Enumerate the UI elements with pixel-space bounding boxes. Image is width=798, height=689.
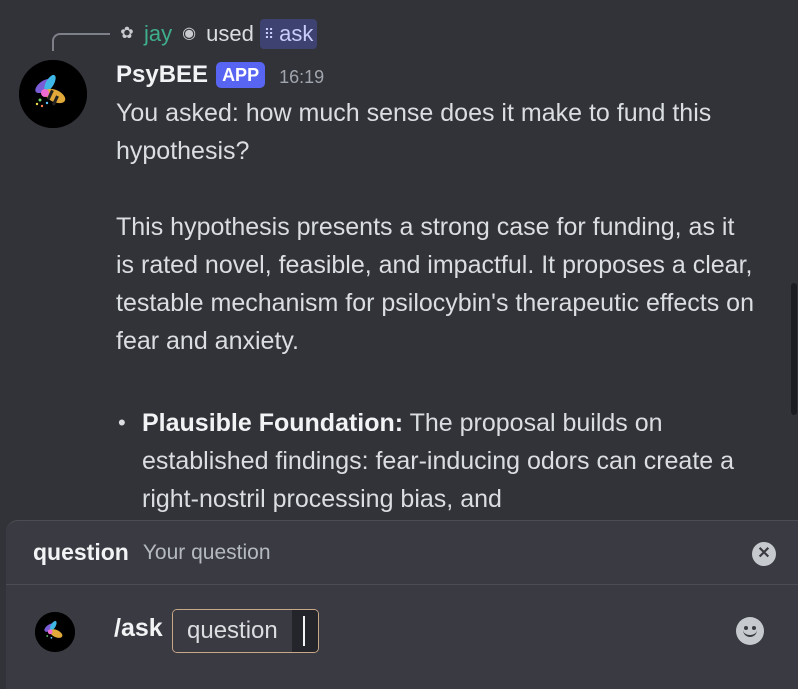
author-avatar[interactable] (19, 60, 87, 128)
list-item: • Plausible Foundation: The proposal bui… (116, 404, 756, 518)
command-mention[interactable]: ⠿ ask (259, 19, 318, 49)
option-description: Your question (142, 540, 271, 564)
close-icon[interactable]: ✕ (752, 542, 776, 566)
question-option-input[interactable]: question (172, 609, 319, 653)
bot-avatar-icon[interactable]: ✿ (116, 23, 138, 45)
message-timestamp[interactable]: 16:19 (279, 67, 324, 88)
message-list: ✿ jay ◉ used ⠿ ask PsyBEE APP 16:19 You … (0, 0, 798, 520)
slash-command-composer: question Your question ✕ /ask question (6, 520, 798, 689)
message-header: PsyBEE APP 16:19 (116, 58, 324, 92)
option-pill-label: question (173, 610, 292, 652)
app-avatar (35, 612, 75, 652)
command-input-row[interactable]: /ask question (6, 586, 798, 689)
author-name[interactable]: PsyBEE (116, 61, 208, 89)
robot-icon: ◉ (182, 25, 197, 42)
bee-logo-icon (19, 60, 87, 128)
reply-connector (52, 33, 110, 51)
grid-icon: ⠿ (263, 25, 274, 42)
text-caret (302, 616, 305, 646)
bullet-icon: • (118, 410, 126, 435)
interaction-reply-line: ✿ jay ◉ used ⠿ ask (116, 18, 318, 50)
app-badge: APP (216, 62, 266, 88)
option-hint-row: question Your question ✕ (6, 521, 798, 585)
command-mention-label: ask (279, 21, 314, 46)
message-content: You asked: how much sense does it make t… (116, 94, 756, 518)
option-value-field[interactable] (291, 610, 318, 652)
reply-username[interactable]: jay (144, 21, 172, 47)
command-name: /ask (114, 614, 163, 642)
message-paragraph: This hypothesis presents a strong case f… (116, 213, 754, 355)
bee-logo-icon (35, 612, 75, 652)
emoji-icon[interactable] (736, 617, 764, 645)
message-paragraph: You asked: how much sense does it make t… (116, 99, 712, 165)
scrollbar-thumb[interactable] (791, 283, 797, 415)
list-item-title: Plausible Foundation: (142, 409, 404, 437)
option-name: question (33, 539, 129, 565)
reply-action-text: used (206, 21, 254, 46)
